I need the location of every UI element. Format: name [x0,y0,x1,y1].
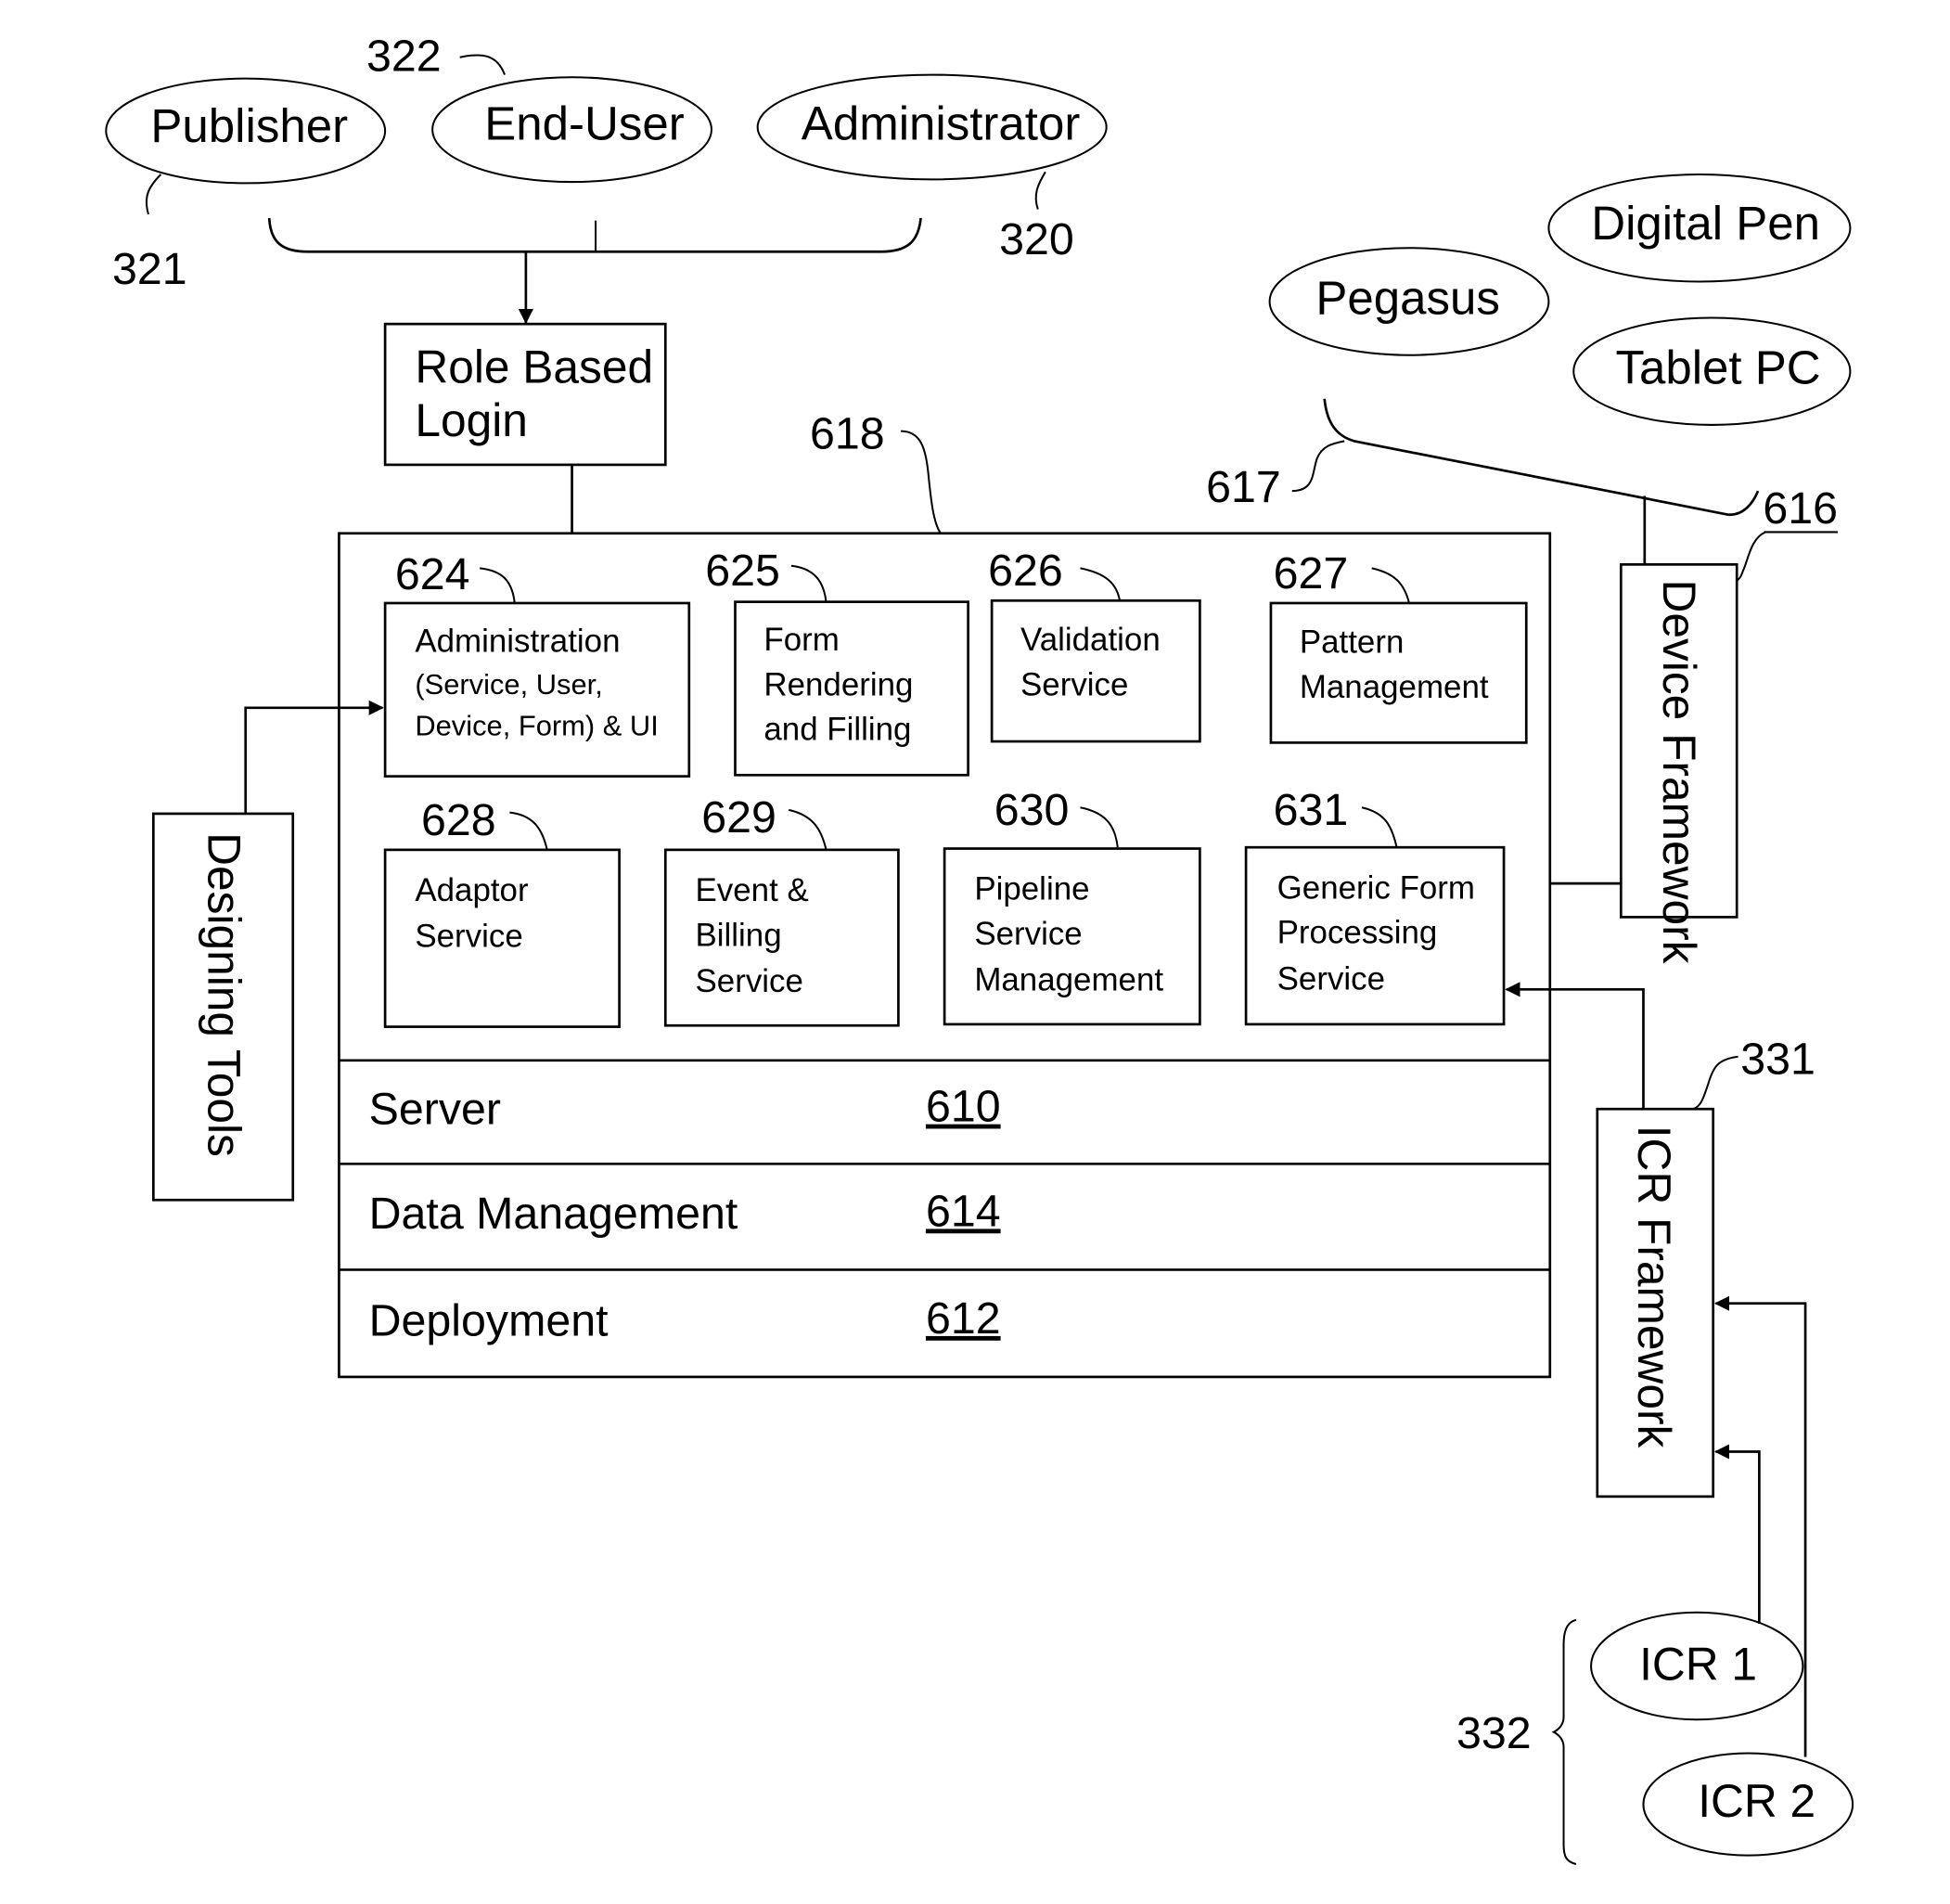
icr-brace [1551,1618,1577,1866]
service-line: Processing [1277,915,1438,951]
icr-2: ICR 2 [1642,1752,1854,1857]
service-line: Form [763,622,839,658]
login-line1: Role Based [415,341,653,392]
ref-626: 626 [988,546,1063,596]
designing-tools-box: Designing Tools [151,812,295,1202]
ref-321: 321 [112,244,187,294]
ref-618: 618 [810,408,885,458]
service-line: Event & [696,872,809,908]
layer-ref: 612 [926,1293,1001,1344]
icr-framework-label: ICR Framework [1628,1126,1680,1448]
icr-1-label: ICR 1 [1639,1638,1757,1690]
ref-624: 624 [395,549,470,599]
service-line: Service [974,916,1082,952]
leader-320 [1034,171,1046,210]
arrow-icr1-to-framework [1714,1444,1761,1624]
service-line: Service [1020,666,1128,702]
ref-627: 627 [1274,548,1349,598]
device-pegasus: Pegasus [1268,247,1550,356]
leader-617 [1291,440,1345,493]
role-publisher: Publisher [105,77,387,185]
service-line: Validation [1020,622,1161,658]
leader-322 [459,54,506,75]
ref-629: 629 [701,792,776,843]
ref-625: 625 [705,546,780,596]
service-line: Billing [696,917,782,953]
service-line: (Service, User, [415,668,602,701]
ref-616: 616 [1763,483,1838,534]
device-digital-pen: Digital Pen [1547,174,1852,283]
service-line: Management [1300,669,1489,705]
designing-tools-label: Designing Tools [198,832,250,1157]
device-digital-pen-label: Digital Pen [1591,197,1820,250]
service-line: Service [415,919,522,955]
device-framework-label: Device Framework [1653,579,1705,963]
role-publisher-label: Publisher [150,99,348,152]
service-line: Management [974,962,1163,998]
icr-1: ICR 1 [1590,1611,1804,1721]
icr-framework-box: ICR Framework [1596,1107,1715,1499]
service-line: Pipeline [974,871,1089,907]
service-line: Service [1277,960,1385,997]
icr-2-label: ICR 2 [1698,1775,1815,1827]
ref-630: 630 [994,785,1070,835]
layer-ref: 614 [926,1186,1001,1236]
role-administrator: Administrator [756,73,1108,181]
ref-331: 331 [1740,1035,1815,1085]
leader-616 [1735,531,1766,582]
role-administrator-label: Administrator [802,96,1081,149]
ref-332: 332 [1456,1708,1532,1758]
ref-628: 628 [421,795,496,845]
device-pegasus-label: Pegasus [1315,271,1500,324]
leader-618 [901,430,942,534]
service-line: Pattern [1300,624,1405,661]
leader-321 [145,174,162,215]
ref-320: 320 [999,214,1074,264]
service-line: Administration [415,623,620,659]
device-framework-box: Device Framework [1619,563,1738,964]
device-tablet-pc: Tablet PC [1572,316,1852,426]
service-line: Device, Form) & UI [415,709,658,741]
leader-331 [1692,1055,1738,1111]
layer-label: Deployment [369,1296,609,1346]
ref-617: 617 [1206,462,1281,512]
ref-322: 322 [366,32,442,82]
role-end-user: End-User [431,76,712,184]
layer-label: Data Management [369,1189,738,1239]
role-end-user-label: End-User [484,96,684,149]
service-line: Rendering [763,666,913,702]
role-based-login-box: Role Based Login [383,322,667,467]
service-line: Adaptor [415,872,529,908]
ref-631: 631 [1274,785,1349,835]
devices-brace [1323,398,1760,516]
login-line2: Login [415,394,528,446]
service-line: Service [696,963,803,999]
architecture-diagram: Publisher End-User Administrator 322 321… [105,32,1854,1866]
layer-label: Server [369,1084,501,1134]
service-line: Generic Form [1277,869,1475,906]
device-tablet-pc-label: Tablet PC [1615,341,1820,394]
service-line: and Filling [763,712,911,748]
layer-ref: 610 [926,1082,1001,1132]
